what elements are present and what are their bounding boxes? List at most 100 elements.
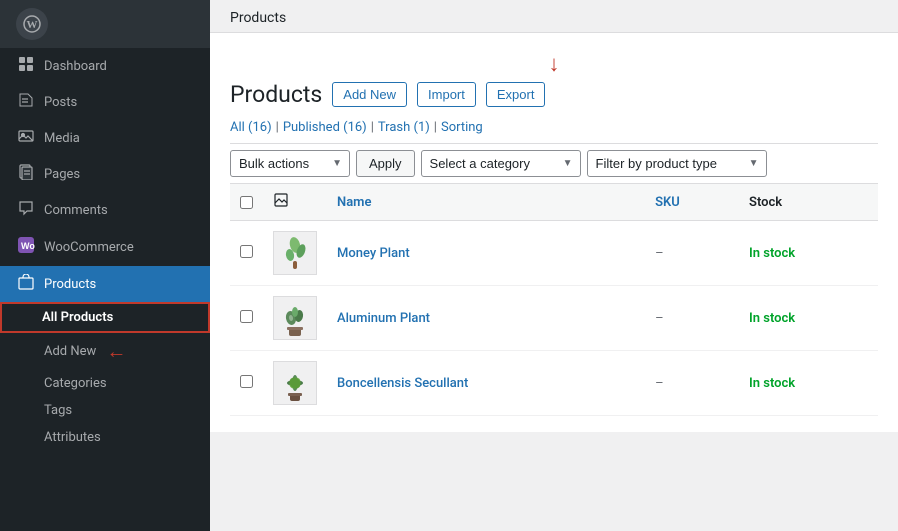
sidebar-item-media[interactable]: Media — [0, 120, 210, 156]
row2-product-image — [273, 296, 317, 340]
sidebar-item-woocommerce[interactable]: Woo WooCommerce — [0, 228, 210, 266]
col-checkbox-header — [230, 184, 263, 221]
row2-checkbox-cell — [230, 286, 263, 351]
add-new-button[interactable]: Add New — [332, 82, 407, 107]
down-arrow-icon: ↓ — [549, 51, 560, 77]
row1-product-image — [273, 231, 317, 275]
sidebar-logo[interactable]: W — [0, 0, 210, 48]
row3-checkbox[interactable] — [240, 375, 253, 388]
col-name-header[interactable]: Name — [327, 184, 645, 221]
page-title: Products — [230, 81, 322, 108]
row2-sku: – — [655, 311, 664, 326]
attributes-label: Attributes — [44, 430, 101, 445]
sku-sort-link[interactable]: SKU — [655, 195, 680, 210]
row1-checkbox[interactable] — [240, 245, 253, 258]
row3-image-cell — [263, 351, 327, 416]
sep2: | — [371, 120, 374, 135]
col-sku-header[interactable]: SKU — [645, 184, 739, 221]
sidebar-item-posts[interactable]: Posts — [0, 84, 210, 120]
svg-text:W: W — [27, 19, 38, 31]
row3-name-cell: Boncellensis Secullant — [327, 351, 645, 416]
bulk-actions-select[interactable]: Bulk actions — [230, 150, 350, 177]
row2-image-cell — [263, 286, 327, 351]
sep1: | — [276, 120, 279, 135]
row1-stock-status: In stock — [749, 246, 795, 261]
breadcrumb: Products — [230, 10, 286, 26]
submenu-add-new[interactable]: Add New ← — [0, 333, 210, 370]
apply-button[interactable]: Apply — [356, 150, 415, 177]
products-icon — [16, 274, 36, 294]
left-arrow-icon: ← — [106, 339, 126, 364]
row2-name-cell: Aluminum Plant — [327, 286, 645, 351]
submenu-tags[interactable]: Tags — [0, 397, 210, 424]
posts-icon — [16, 92, 36, 112]
row3-product-link[interactable]: Boncellensis Secullant — [337, 376, 468, 391]
sep3: | — [434, 120, 437, 135]
name-sort-link[interactable]: Name — [337, 195, 371, 210]
woocommerce-icon: Woo — [16, 236, 36, 258]
submenu-attributes[interactable]: Attributes — [0, 424, 210, 451]
row2-checkbox[interactable] — [240, 310, 253, 323]
comments-icon — [16, 200, 36, 220]
media-icon — [16, 128, 36, 148]
row1-sku: – — [655, 246, 664, 261]
row1-product-link[interactable]: Money Plant — [337, 246, 410, 261]
image-sort-icon — [273, 197, 289, 212]
pages-icon — [16, 164, 36, 184]
import-button[interactable]: Import — [417, 82, 476, 107]
sidebar-dashboard-label: Dashboard — [44, 59, 107, 74]
row2-product-link[interactable]: Aluminum Plant — [337, 311, 430, 326]
table-row: Boncellensis Secullant – In stock — [230, 351, 878, 416]
products-submenu: All Products Add New ← Categories Tags A… — [0, 302, 210, 451]
page-title-row: Products Add New Import Export — [230, 81, 878, 108]
category-select[interactable]: Select a category — [421, 150, 581, 177]
row1-checkbox-cell — [230, 221, 263, 286]
sidebar-woocommerce-label: WooCommerce — [44, 240, 134, 255]
sidebar-item-dashboard[interactable]: Dashboard — [0, 48, 210, 84]
filter-trash[interactable]: Trash (1) — [378, 120, 430, 135]
export-button[interactable]: Export — [486, 82, 546, 107]
row3-product-image — [273, 361, 317, 405]
col-stock-header: Stock — [739, 184, 878, 221]
submenu-categories[interactable]: Categories — [0, 370, 210, 397]
submenu-all-products[interactable]: All Products — [0, 302, 210, 333]
sidebar-products-label: Products — [44, 277, 96, 292]
row3-sku: – — [655, 376, 664, 391]
main-header: Products — [210, 0, 898, 33]
categories-label: Categories — [44, 376, 107, 391]
sidebar-item-products[interactable]: Products — [0, 266, 210, 302]
product-type-select[interactable]: Filter by product type — [587, 150, 767, 177]
row3-stock-status: In stock — [749, 376, 795, 391]
row3-sku-cell: – — [645, 351, 739, 416]
sidebar-comments-label: Comments — [44, 203, 108, 218]
sidebar-media-label: Media — [44, 131, 80, 146]
toolbar: Bulk actions ▼ Apply Select a category ▼… — [230, 143, 878, 183]
row2-stock-status: In stock — [749, 311, 795, 326]
all-products-label: All Products — [42, 310, 113, 325]
filter-links: All (16) | Published (16) | Trash (1) | … — [230, 120, 878, 135]
add-new-label: Add New — [44, 344, 96, 359]
row1-sku-cell: – — [645, 221, 739, 286]
category-wrapper: Select a category ▼ — [421, 150, 581, 177]
row1-name-cell: Money Plant — [327, 221, 645, 286]
row2-stock-cell: In stock — [739, 286, 878, 351]
row1-image-cell — [263, 221, 327, 286]
svg-text:Woo: Woo — [21, 241, 35, 251]
sidebar: W Dashboard Posts Media Pages Comments — [0, 0, 210, 531]
table-row: Money Plant – In stock — [230, 221, 878, 286]
select-all-checkbox[interactable] — [240, 196, 253, 209]
bulk-actions-wrapper: Bulk actions ▼ — [230, 150, 350, 177]
filter-sorting[interactable]: Sorting — [441, 120, 483, 135]
sidebar-item-comments[interactable]: Comments — [0, 192, 210, 228]
row2-sku-cell: – — [645, 286, 739, 351]
sidebar-item-pages[interactable]: Pages — [0, 156, 210, 192]
table-row: Aluminum Plant – In stock — [230, 286, 878, 351]
wp-logo-icon: W — [16, 8, 48, 40]
filter-published[interactable]: Published (16) — [283, 120, 367, 135]
row3-stock-cell: In stock — [739, 351, 878, 416]
row3-checkbox-cell — [230, 351, 263, 416]
product-type-wrapper: Filter by product type ▼ — [587, 150, 767, 177]
col-image-header — [263, 184, 327, 221]
arrow-annotation: ↓ — [230, 49, 878, 81]
filter-all[interactable]: All (16) — [230, 120, 272, 135]
